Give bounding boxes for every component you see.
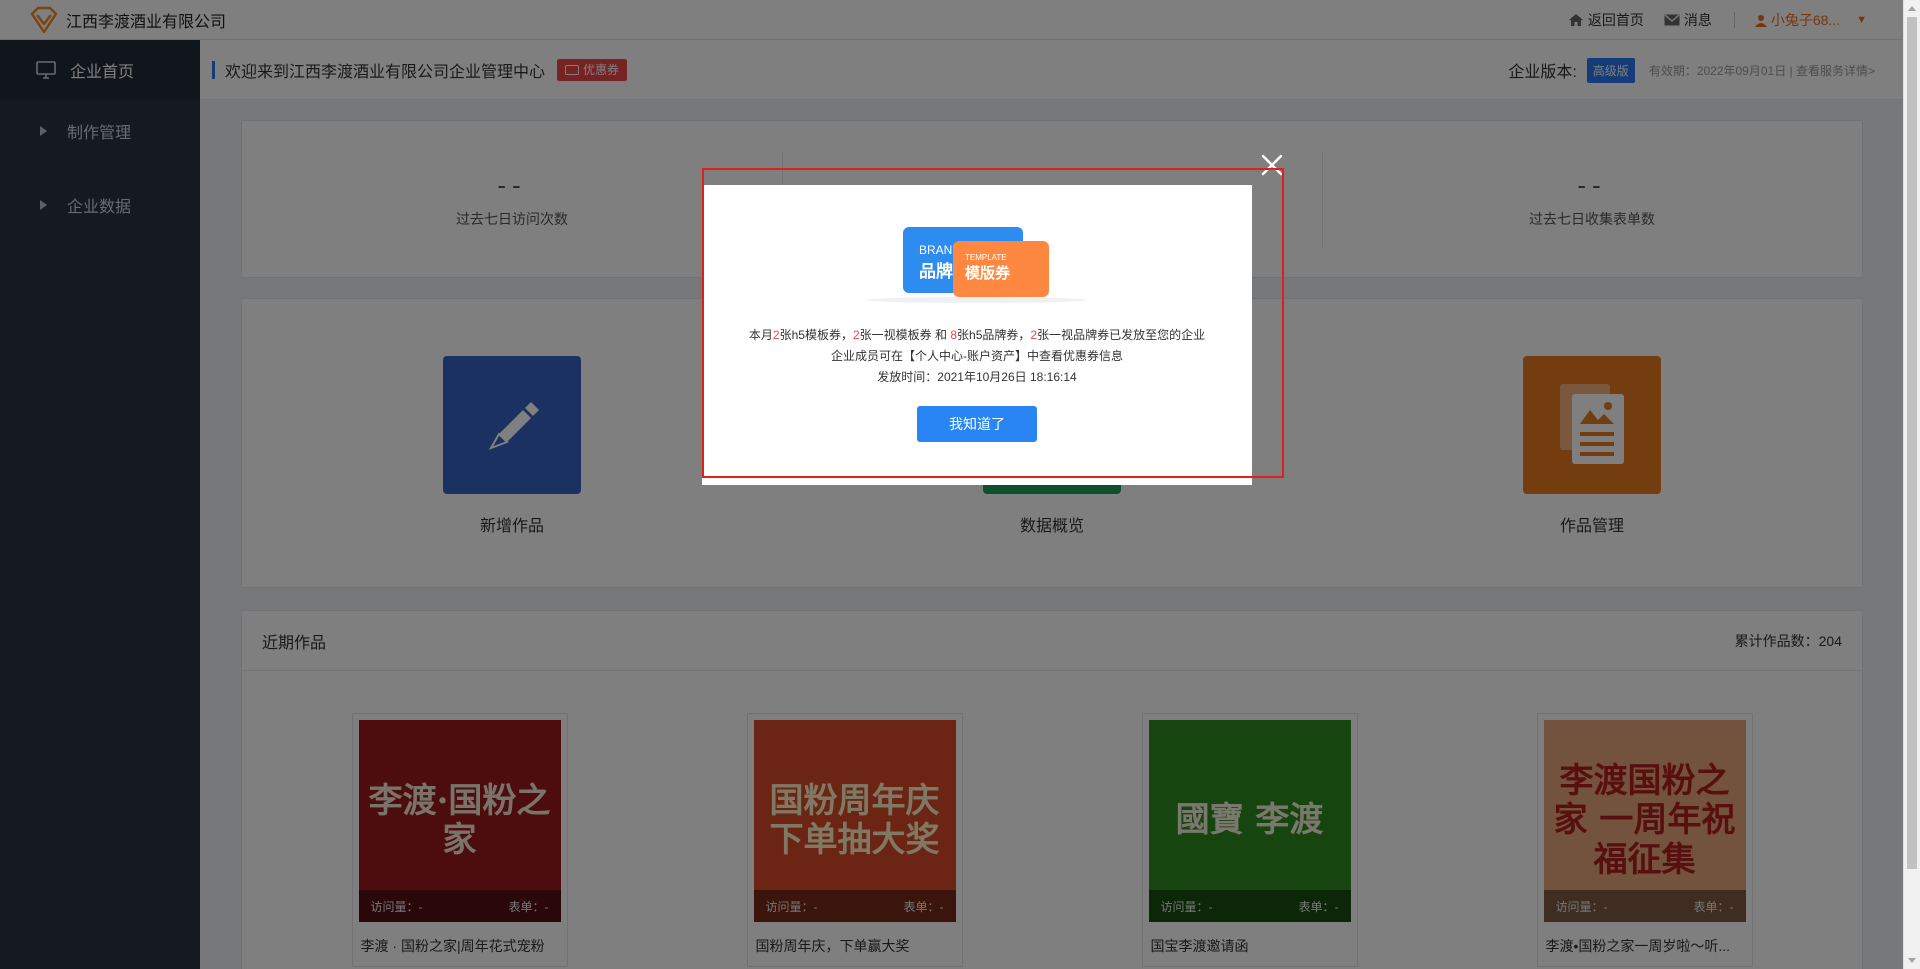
coupon-message: 本月2张h5模板券，2张一视模板券 和 8张h5品牌券，2张一视品牌券已发放至您… xyxy=(749,325,1205,388)
msg-text: 张h5模板券， xyxy=(779,328,853,342)
msg-num: 8 xyxy=(950,328,958,342)
msg-num: 2 xyxy=(852,328,860,342)
scroll-down-icon[interactable] xyxy=(1908,958,1916,963)
template-ticket: TEMPLATE 模版券 xyxy=(953,241,1049,297)
msg-num: 2 xyxy=(772,328,780,342)
scroll-up-icon[interactable] xyxy=(1908,6,1916,11)
template-ticket-small: TEMPLATE xyxy=(965,253,1007,262)
scrollbar-thumb[interactable] xyxy=(1907,17,1917,869)
msg-text: 张一视品牌券已发放至您的企业 xyxy=(1037,328,1206,342)
acknowledge-button[interactable]: 我知道了 xyxy=(917,406,1037,442)
coupon-issue-time: 发放时间：2021年10月26日 18:16:14 xyxy=(877,370,1077,384)
msg-text: 本月 xyxy=(748,328,773,342)
template-ticket-big: 模版券 xyxy=(965,265,1011,282)
coupon-message-line1: 本月2张h5模板券，2张一视模板券 和 8张h5品牌券，2张一视品牌券已发放至您… xyxy=(749,325,1205,346)
msg-text: 张一视模板券 和 xyxy=(859,328,951,342)
coupon-message-line2: 企业成员可在【个人中心-账户资产】中查看优惠券信息 xyxy=(830,349,1123,363)
msg-text: 张h5品牌券， xyxy=(957,328,1031,342)
close-icon[interactable] xyxy=(1260,153,1284,177)
page-scrollbar[interactable] xyxy=(1903,0,1920,969)
coupon-illustration: BRAND 品牌 TEMPLATE 模版券 xyxy=(867,227,1087,307)
illustration-shadow xyxy=(867,297,1087,303)
coupon-notice-modal: BRAND 品牌 TEMPLATE 模版券 本月2张h5模板券，2张一视模板券 … xyxy=(702,185,1252,485)
